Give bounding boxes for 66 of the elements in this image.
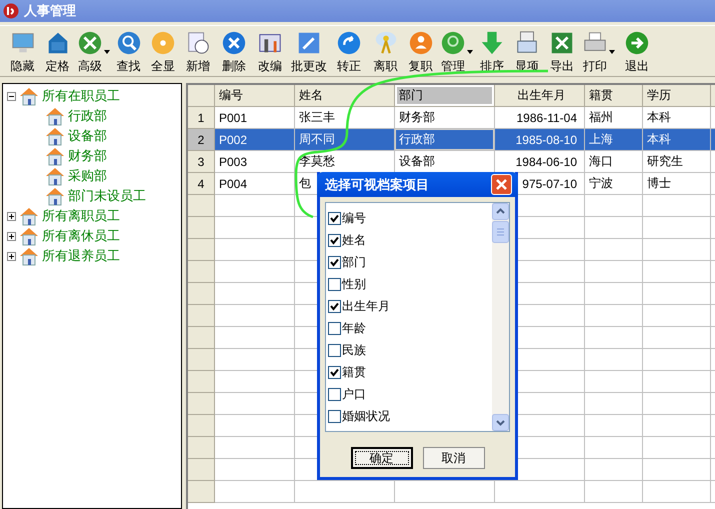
toolbar-button[interactable]: 转正: [330, 30, 368, 75]
table-cell: 财务部: [395, 107, 495, 129]
checkbox-label[interactable]: 性别: [342, 276, 366, 292]
toolbar-button[interactable]: 离职: [368, 30, 403, 75]
toolbar-button[interactable]: 批更改: [288, 30, 330, 75]
dialog-button[interactable]: 确定: [350, 447, 412, 469]
toolbar-button[interactable]: 改编: [252, 30, 288, 75]
checkbox-label[interactable]: 婚姻状况: [342, 408, 390, 424]
table-cell: 海口: [585, 151, 643, 173]
table-cell: 本科: [643, 129, 711, 151]
checkbox-label[interactable]: 部门: [342, 254, 366, 270]
table-cell: P001: [215, 107, 295, 129]
table-cell: 张三丰: [295, 107, 395, 129]
checkbox-label[interactable]: 户口: [342, 386, 366, 402]
table-cell: 1986-11-04: [495, 107, 585, 129]
toolbar-button[interactable]: 查找: [111, 30, 146, 75]
toolbar-button[interactable]: 退出: [616, 30, 658, 75]
toolbar-button[interactable]: 高级: [75, 30, 105, 75]
checkbox-label[interactable]: 年龄: [342, 320, 366, 336]
column-header[interactable]: 出生年月: [495, 85, 585, 107]
table-cell: P003: [215, 151, 295, 173]
table-cell: 1985-08-10: [495, 129, 585, 151]
table-cell: 博士: [643, 173, 711, 195]
column-header[interactable]: 编号: [215, 85, 295, 107]
toolbar-button[interactable]: 删除: [216, 30, 252, 75]
toolbar-button[interactable]: 复职: [403, 30, 438, 75]
table-cell: 行政部: [395, 129, 495, 151]
checkbox-label[interactable]: 出生年月: [342, 298, 390, 314]
toolbar-button[interactable]: 隐藏: [5, 30, 40, 75]
table-cell: P004: [215, 173, 295, 195]
column-header[interactable]: 学历: [643, 85, 711, 107]
dialog-button[interactable]: 取消: [422, 447, 484, 469]
toolbar-button[interactable]: 定格: [40, 30, 75, 75]
table-cell: 周不同: [295, 129, 395, 151]
row-number: 2: [188, 129, 215, 151]
table-cell: 研究生: [643, 151, 711, 173]
row-number: 1: [188, 107, 215, 129]
row-number: 4: [188, 173, 215, 195]
column-header[interactable]: 姓名: [295, 85, 395, 107]
toolbar-button[interactable]: 打印: [580, 30, 610, 75]
tree-item[interactable]: 所有在职员工: [42, 87, 120, 105]
tree-item[interactable]: 采购部: [68, 167, 107, 185]
tree-item[interactable]: 所有离休员工: [42, 227, 120, 245]
row-number: 3: [188, 151, 215, 173]
tree-item[interactable]: 所有退养员工: [42, 247, 120, 265]
table-cell: 上海: [585, 129, 643, 151]
checkbox-label[interactable]: 籍贯: [342, 364, 366, 380]
toolbar-button[interactable]: 全显: [146, 30, 180, 75]
checkbox-label[interactable]: 民族: [342, 342, 366, 358]
tree-item[interactable]: 行政部: [68, 107, 107, 125]
table-cell: 宁波: [585, 173, 643, 195]
table-cell: P002: [215, 129, 295, 151]
column-header[interactable]: 籍贯: [585, 85, 643, 107]
toolbar-button[interactable]: 新增: [180, 30, 216, 75]
checkbox-label[interactable]: 姓名: [342, 232, 366, 248]
tree-item[interactable]: 部门未设员工: [68, 187, 146, 205]
toolbar-button[interactable]: 管理: [438, 30, 468, 75]
table-cell: 本科: [643, 107, 711, 129]
tree-item[interactable]: 设备部: [68, 127, 107, 145]
column-header[interactable]: 部门: [395, 85, 495, 107]
window-title: 人事管理: [24, 2, 76, 20]
table-cell: 福州: [585, 107, 643, 129]
toolbar-button[interactable]: 导出: [544, 30, 580, 75]
checkbox-label[interactable]: 编号: [342, 210, 366, 226]
tree-item[interactable]: 财务部: [68, 147, 107, 165]
tree-item[interactable]: 所有离职员工: [42, 207, 120, 225]
